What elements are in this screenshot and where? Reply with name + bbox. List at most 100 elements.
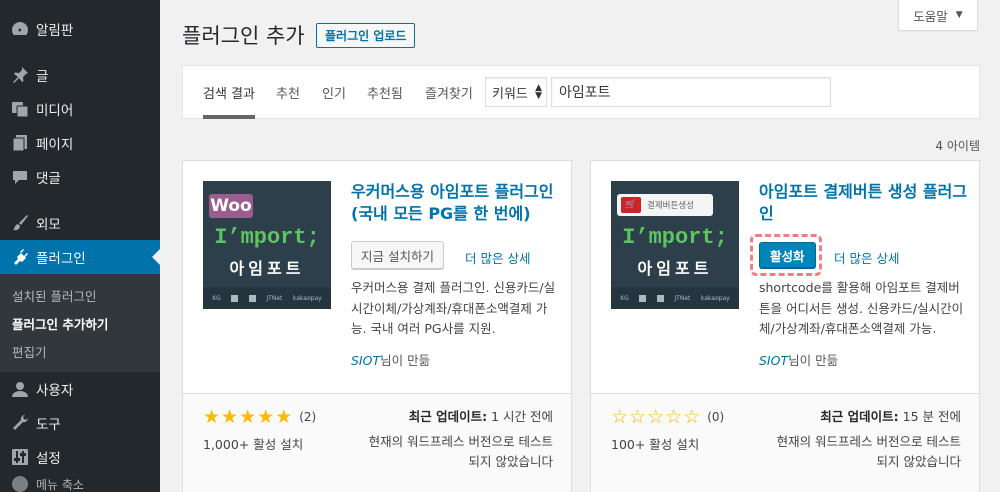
plugin-description: shortcode를 활용해 아임포트 결제버튼을 어디서든 생성. 신용카드/… (759, 280, 964, 336)
collapse-menu-label: 메뉴 축소 (36, 477, 84, 492)
sidebar-item-pages[interactable]: 페이지 (0, 126, 160, 160)
submenu-editor[interactable]: 편집기 (0, 337, 160, 365)
wrench-icon (10, 413, 30, 433)
plugin-card-bottom: ☆ ☆ ☆ ☆ ☆ (0) 100+ 활성 설치 최근 업데이트: 15 분 전… (591, 393, 979, 492)
sidebar-item-label: 댓글 (36, 171, 61, 187)
more-details-link[interactable]: 더 많은 상세 (834, 248, 899, 267)
author-suffix: 님이 만듦 (788, 353, 839, 368)
plugin-description: 우커머스용 결제 플러그인. 신용카드/실시간이체/가상계좌/휴대폰소액결제 가… (351, 280, 556, 336)
plugin-card-top: 🛒 결제버튼생성 I’mport; 아임포트 KG JTNet kakaopay… (591, 161, 979, 393)
plugin-thumbnail[interactable]: 🛒 결제버튼생성 I’mport; 아임포트 KG JTNet kakaopay (611, 181, 739, 309)
submenu-add-plugin[interactable]: 플러그인 추가하기 (0, 309, 160, 337)
sidebar-item-label: 플러그인 (36, 251, 86, 267)
install-now-button[interactable]: 지금 설치하기 (351, 241, 444, 269)
qr-icon (656, 294, 664, 302)
star-rating: ★ ★ ★ ★ ★ (2) (203, 406, 316, 428)
tab-favorites[interactable]: 즐겨찾기 (425, 66, 473, 118)
star-filled-icon: ★ (221, 406, 239, 428)
chevron-down-icon: ▼ (955, 10, 963, 20)
brush-icon (10, 213, 30, 233)
star-filled-icon: ★ (275, 406, 293, 428)
upload-plugin-button[interactable]: 플러그인 업로드 (316, 23, 416, 48)
pg-logos: KG JTNet kakaopay (203, 287, 331, 309)
sidebar-item-label: 페이지 (36, 137, 74, 153)
last-updated: 최근 업데이트: 1 시간 전에 (409, 406, 553, 425)
comment-icon (10, 167, 30, 187)
sidebar-item-settings[interactable]: 설정 (0, 440, 160, 474)
plugin-author: SIOT님이 만듦 (351, 350, 430, 369)
collapse-menu[interactable]: 메뉴 축소 (0, 474, 160, 492)
sidebar-item-media[interactable]: 미디어 (0, 92, 160, 126)
page-icon (10, 133, 30, 153)
sidebar-item-comments[interactable]: 댓글 (0, 160, 160, 194)
sidebar-item-appearance[interactable]: 외모 (0, 206, 160, 240)
compatibility-notice: 현재의 워드프레스 버전으로 테스트 되지 않았습니다 (776, 434, 961, 469)
pg-logo: KG (212, 294, 221, 302)
sidebar-item-label: 알림판 (36, 23, 74, 39)
active-installs: 1,000+ 활성 설치 (203, 437, 304, 452)
sidebar-item-dashboard[interactable]: 알림판 (0, 12, 160, 46)
settings-icon (10, 447, 30, 467)
pin-icon (10, 65, 30, 85)
activate-button[interactable]: 활성화 (759, 242, 816, 268)
sidebar-item-posts[interactable]: 글 (0, 58, 160, 92)
submenu-installed-plugins[interactable]: 설치된 플러그인 (0, 281, 160, 309)
sidebar-item-users[interactable]: 사용자 (0, 372, 160, 406)
star-empty-icon: ☆ (665, 406, 683, 428)
payment-button-badge-label: 결제버튼생성 (647, 201, 694, 211)
woo-badge: Woo (209, 194, 253, 218)
author-link[interactable]: SIOT (759, 353, 788, 368)
payment-button-badge: 🛒 결제버튼생성 (617, 194, 713, 216)
tab-featured[interactable]: 추천 (276, 66, 300, 118)
pg-logo: KG (620, 294, 629, 302)
page-title: 플러그인 추가 (182, 24, 305, 48)
collapse-icon (10, 474, 30, 492)
pg-logo: JTNet (266, 294, 283, 302)
sidebar-item-label: 미디어 (36, 103, 74, 119)
author-link[interactable]: SIOT (351, 353, 380, 368)
import-logo: I’mport; (622, 225, 728, 250)
sidebar-item-label: 외모 (36, 217, 61, 233)
more-details-link[interactable]: 더 많은 상세 (465, 248, 530, 267)
plugin-card-top: Woo I’mport; 아임포트 KG JTNet kakaopay 우커머스… (183, 161, 571, 393)
tab-search-results[interactable]: 검색 결과 (203, 66, 255, 119)
search-type-select[interactable]: 키워드 ▲ ▼ (485, 77, 547, 107)
import-logo: I’mport; (214, 225, 320, 250)
dashboard-icon (10, 19, 30, 39)
tab-popular[interactable]: 인기 (322, 66, 346, 118)
qr-icon (639, 294, 647, 302)
plugin-card: Woo I’mport; 아임포트 KG JTNet kakaopay 우커머스… (182, 160, 572, 492)
rating-count[interactable]: (2) (299, 410, 316, 424)
sidebar-item-tools[interactable]: 도구 (0, 406, 160, 440)
import-korean-logo: 아임포트 (229, 259, 305, 278)
plugin-author: SIOT님이 만듦 (759, 350, 838, 369)
user-icon (10, 379, 30, 399)
admin-sidebar: 알림판 글 미디어 페이지 댓글 외모 플러그인 설치된 플러그인 플러그인 추… (0, 0, 160, 492)
sidebar-item-plugins[interactable]: 플러그인 (0, 240, 160, 274)
star-empty-icon: ☆ (611, 406, 629, 428)
media-icon (10, 99, 30, 119)
plugin-name-link[interactable]: 우커머스용 아임포트 플러그인(국내 모든 PG를 한 번에) (351, 181, 561, 225)
sidebar-item-label: 사용자 (36, 383, 74, 399)
qr-icon (248, 294, 256, 302)
star-empty-icon: ☆ (647, 406, 665, 428)
author-suffix: 님이 만듦 (380, 353, 431, 368)
rating-count[interactable]: (0) (707, 410, 724, 424)
star-filled-icon: ★ (257, 406, 275, 428)
pg-logo: JTNet (674, 294, 691, 302)
plugin-icon (10, 247, 30, 267)
sidebar-item-label: 도구 (36, 417, 61, 433)
pg-logo: kakaopay (292, 294, 322, 302)
cart-icon: 🛒 (621, 197, 641, 213)
pg-logos: KG JTNet kakaopay (611, 287, 739, 309)
tab-recommended[interactable]: 추천됨 (367, 66, 403, 118)
plugin-name-link[interactable]: 아임포트 결제버튼 생성 플러그인 (759, 181, 969, 225)
help-label: 도움말 (913, 8, 948, 24)
last-updated-value: 1 시간 전에 (491, 409, 553, 424)
search-input[interactable]: 아임포트 (551, 77, 831, 107)
help-button[interactable]: 도움말 ▼ (898, 0, 978, 31)
plugin-thumbnail[interactable]: Woo I’mport; 아임포트 KG JTNet kakaopay (203, 181, 331, 309)
sidebar-item-label: 글 (36, 69, 49, 85)
star-filled-icon: ★ (203, 406, 221, 428)
search-type-value: 키워드 (492, 86, 528, 102)
